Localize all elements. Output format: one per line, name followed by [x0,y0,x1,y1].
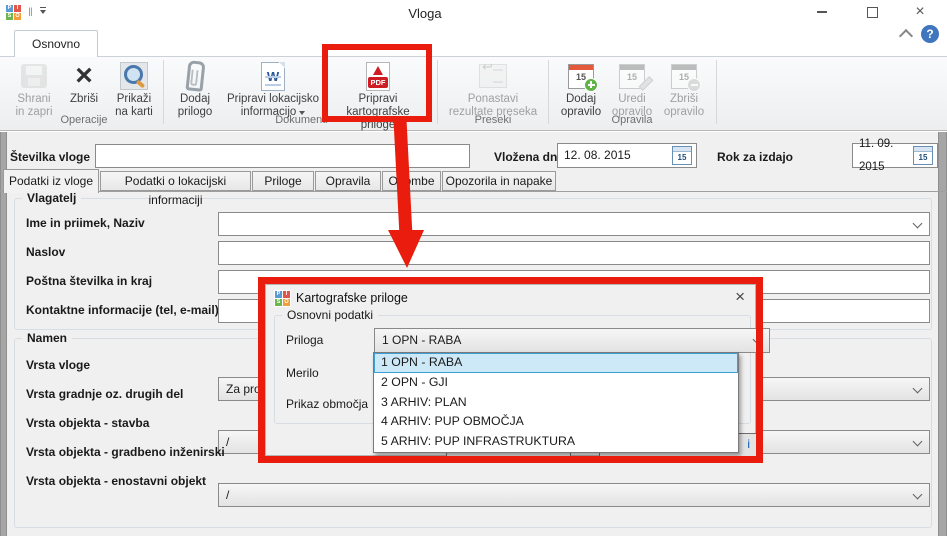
word-doc-icon: W [261,62,285,91]
application-number-label: Številka vloge [10,150,90,164]
delete-x-icon: × [75,61,93,91]
button-label: Shrani [8,93,60,106]
minimize-button[interactable] [805,2,839,22]
contact-label: Kontaktne informacije (tel, e-mail) [26,303,219,317]
maximize-icon [867,7,878,18]
construction-type-label: Vrsta gradnje oz. drugih del [26,387,183,401]
dropdown-item[interactable]: 2 OPN - GJI [374,373,738,393]
groupbox-legend: Osnovni podatki [282,308,378,322]
group-label-preseki: Preseki [440,114,546,126]
group-separator [163,60,164,124]
chevron-down-icon [913,219,923,229]
tab-podatki-iz-vloge[interactable]: Podatki iz vloge [3,169,99,193]
chevron-down-icon [913,490,923,500]
maximize-button[interactable] [855,2,889,22]
dialog-title: Kartografske priloge [296,291,408,305]
combo-value: 1 OPN - RABA [382,333,461,347]
close-button[interactable]: × [903,2,937,22]
tab-opravila[interactable]: Opravila [315,171,381,191]
right-scrollbar[interactable] [938,132,947,536]
application-number-input[interactable] [95,144,470,168]
tab-opozorila-in-napake[interactable]: Opozorila in napake [442,171,556,191]
calendar-add-icon: 15 [568,64,594,89]
combo-value: / [226,435,229,449]
group-label-dokumenti: Dokumenti [166,114,437,126]
submitted-date-label: Vložena dne [494,150,564,164]
reset-form-icon: ↩ [479,64,507,88]
combo-value: / [226,488,229,502]
calendar-remove-icon: 15 [671,64,697,89]
object-simple-label: Vrsta objekta - enostavni objekt [26,474,206,488]
object-building-combobox[interactable]: / [218,483,930,507]
address-label: Naslov [26,245,65,259]
groupbox-legend: Vlagatelj [22,191,81,205]
minimize-icon [817,11,827,13]
button-label: Uredi [608,93,656,106]
combo-value: Za prom [226,382,271,396]
dialog-close-icon[interactable]: × [735,287,745,307]
button-label: Zbriši [62,93,106,106]
logo-letter: O [283,299,290,306]
priloga-dropdown-list: 1 OPN - RABA 2 OPN - GJI 3 ARHIV: PLAN 4… [373,352,739,453]
dialog-logo-icon: P I S O [274,290,291,307]
postal-label: Poštna številka in kraj [26,274,152,288]
application-type-label: Vrsta vloge [26,358,90,372]
tab-osnovno[interactable]: Osnovno [14,30,98,57]
chevron-down-icon [913,384,923,394]
button-label: Dodaj [170,93,220,106]
date-value: 12. 08. 2015 [564,144,631,167]
button-label: Prikaži [108,93,160,106]
button-label: Pripravi lokacijsko [222,93,324,106]
address-input[interactable] [218,241,930,265]
due-date-label: Rok za izdajo [717,150,793,164]
calendar-edit-icon: 15 [619,64,645,89]
group-separator [437,60,438,124]
priloga-label: Priloga [286,333,323,347]
date-value: 11. 09. 2015 [859,133,913,179]
object-building-label: Vrsta objekta - stavba [26,416,149,430]
groupbox-legend: Namen [22,331,72,345]
chevron-down-icon [753,335,763,345]
due-date-input[interactable]: 11. 09. 2015 15 [852,143,938,168]
dropdown-item[interactable]: 1 OPN - RABA [374,353,738,373]
group-separator [548,60,549,124]
button-label: Dodaj [556,93,606,106]
help-button[interactable]: ? [921,25,939,43]
button-label: Zbriši [658,93,710,106]
object-engineering-label: Vrsta objekta - gradbeno inženirski [26,445,225,459]
tab-podatki-o-lokacijski-informaciji[interactable]: Podatki o lokacijski informaciji [100,171,251,191]
tab-opombe[interactable]: Opombe [382,171,441,191]
logo-letter: I [283,291,290,298]
tab-priloge[interactable]: Priloge [252,171,314,191]
logo-letter: P [275,291,282,298]
logo-letter: S [275,299,282,306]
name-label: Ime in priimek, Naziv [26,216,145,230]
window-title: Vloga [0,6,850,21]
prikaz-obmocja-label: Prikaz območja [286,397,368,411]
dropdown-item[interactable]: 4 ARHIV: PUP OBMOČJA [374,412,738,432]
submitted-date-input[interactable]: 12. 08. 2015 15 [557,143,697,168]
chevron-up-icon [899,29,913,43]
chevron-down-icon [913,437,923,447]
merilo-label: Merilo [286,366,319,380]
tabstrip-baseline [0,191,947,192]
save-icon [21,64,47,88]
dropdown-item[interactable]: 5 ARHIV: PUP INFRASTRUKTURA [374,432,738,452]
group-label-operacije: Operacije [6,114,162,126]
close-icon: × [915,3,924,21]
name-combobox[interactable] [218,212,930,236]
button-label: Ponastavi [442,93,544,106]
priloga-combobox[interactable]: 1 OPN - RABA [374,328,770,353]
date-picker-icon[interactable]: 15 [672,146,692,165]
magnifier-icon [120,62,148,90]
date-picker-icon[interactable]: 15 [913,146,933,165]
app-window: P I S O ‖ Vloga × ? Osnovno Shrani in za… [0,0,947,536]
group-separator [716,60,717,124]
button-label: Pripravi [328,93,428,106]
collapse-ribbon-button[interactable] [901,27,911,41]
dropdown-item[interactable]: 3 ARHIV: PLAN [374,393,738,413]
pdf-icon: PDF [366,62,390,91]
paperclip-icon [185,60,205,92]
group-label-opravila: Opravila [550,114,714,126]
